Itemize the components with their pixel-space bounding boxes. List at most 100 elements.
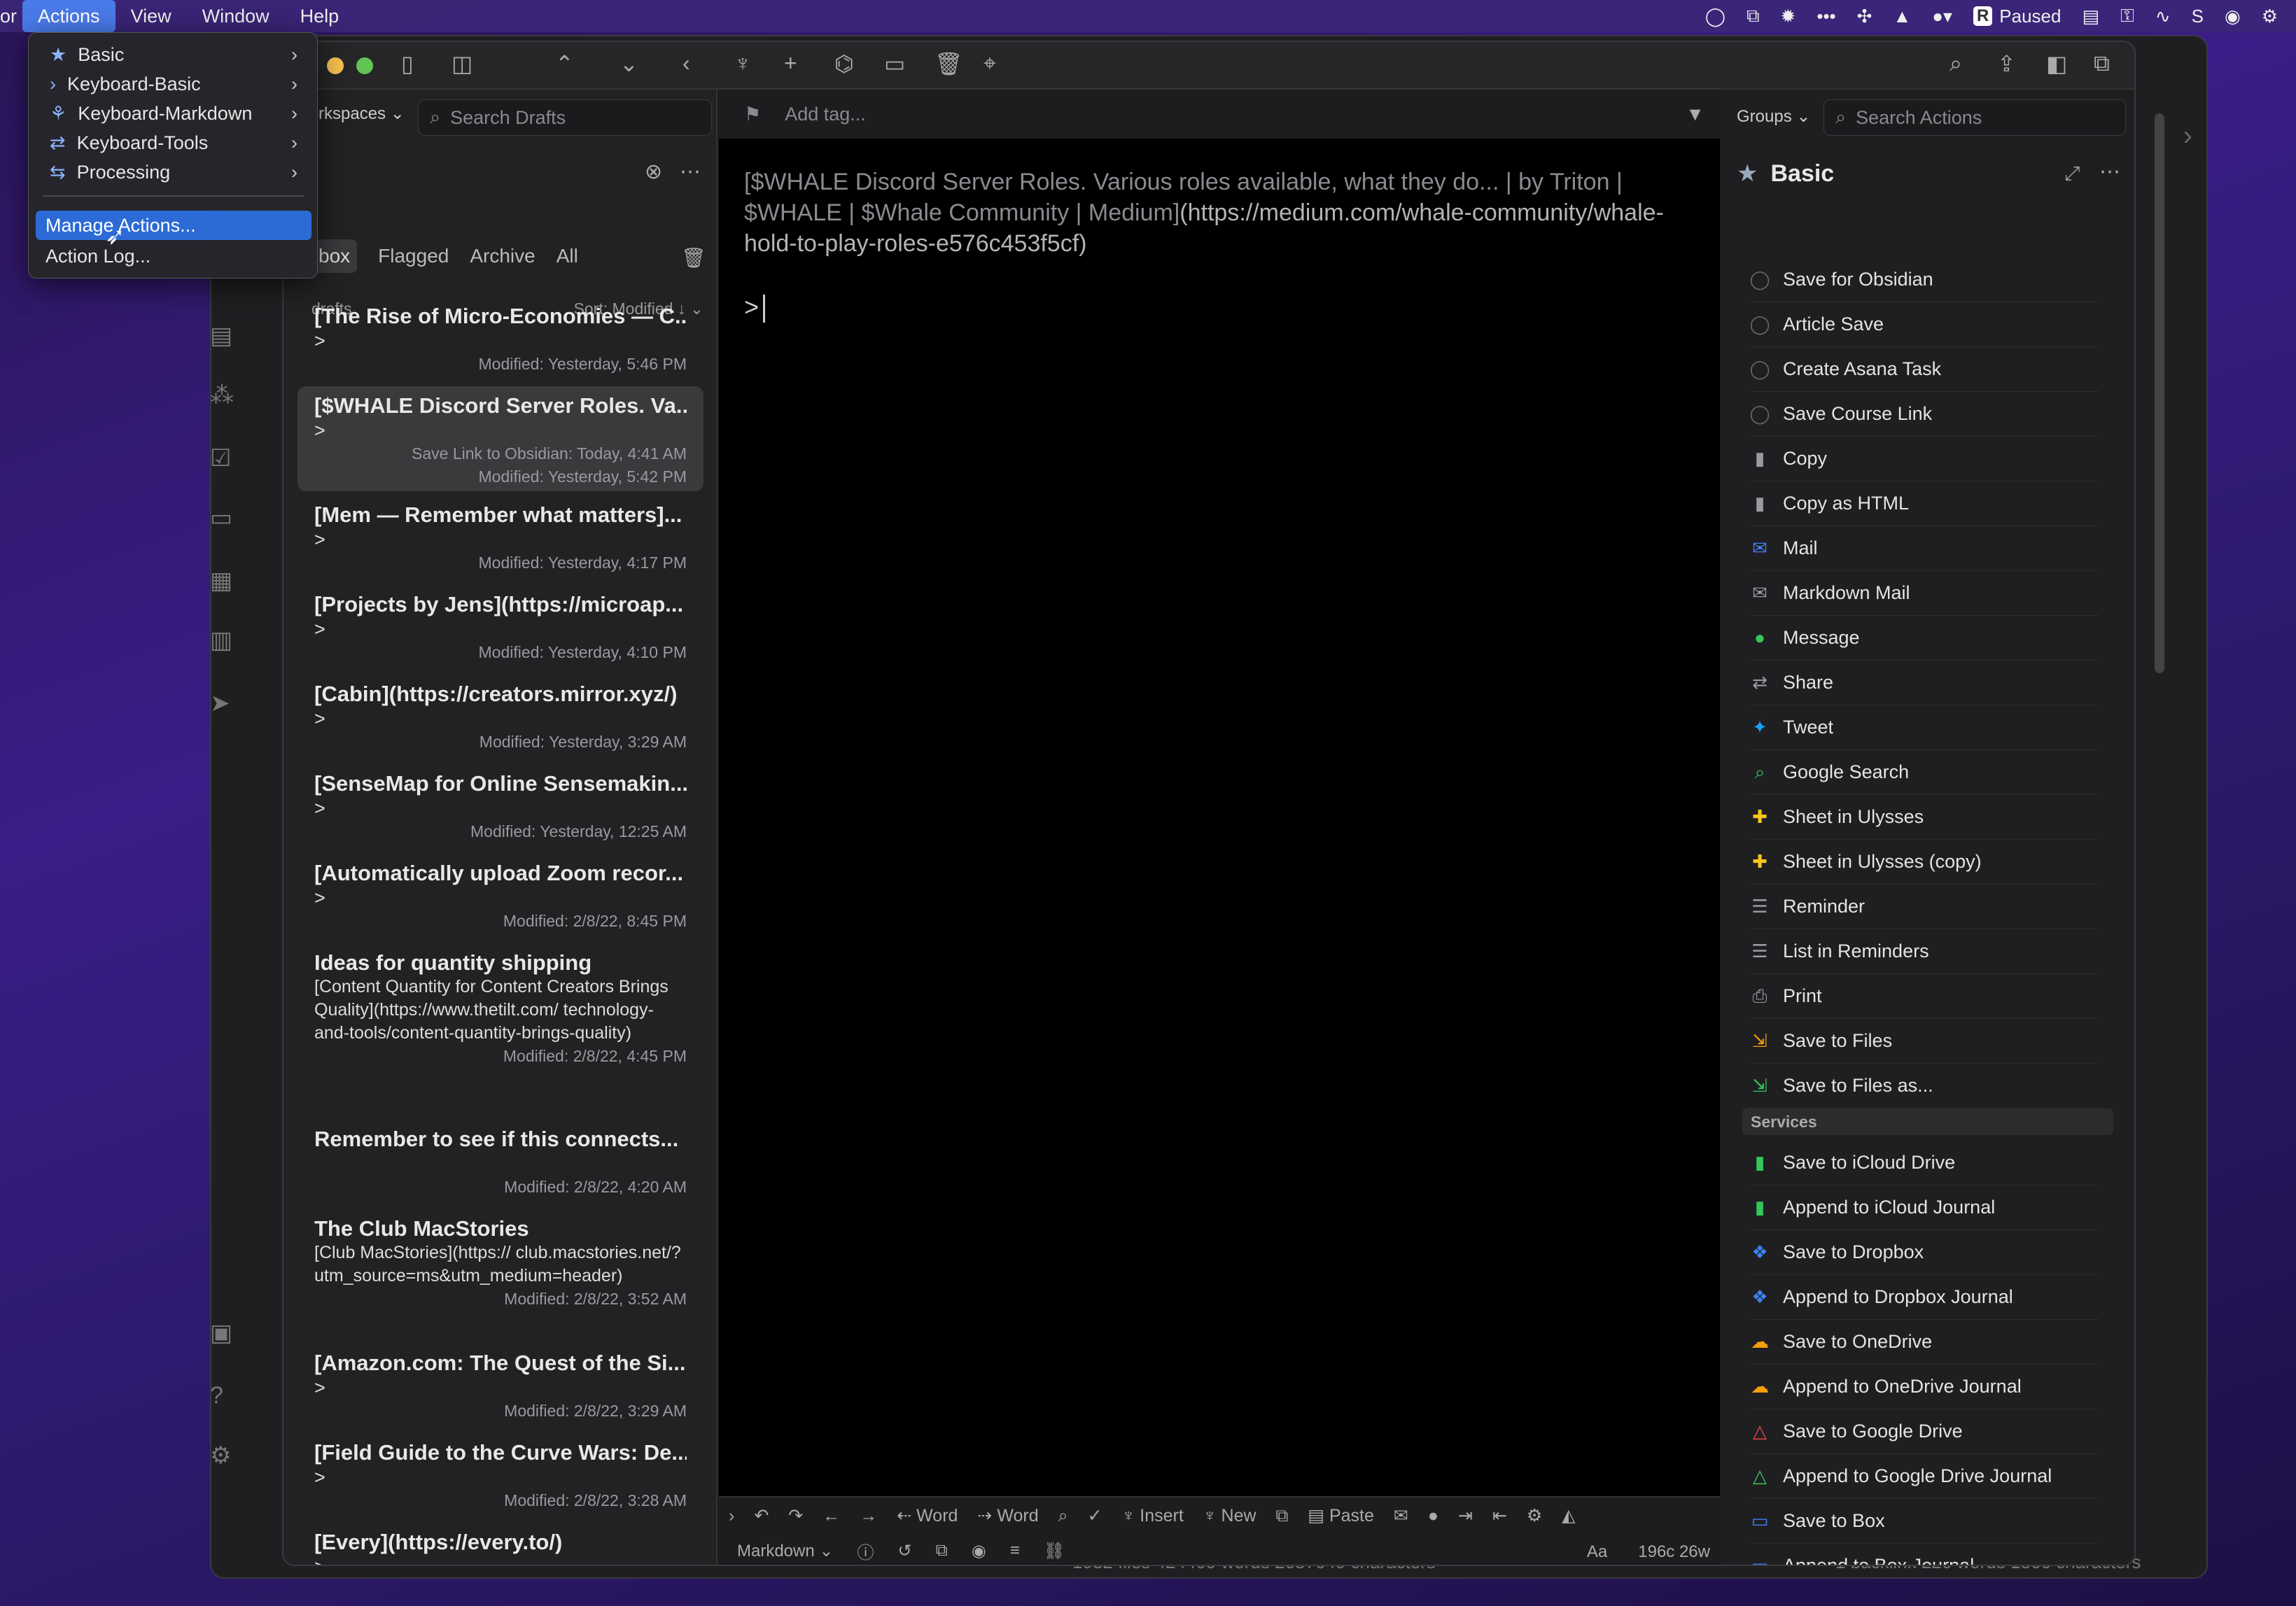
blocks-icon[interactable]: ▦ <box>210 567 232 595</box>
help-icon[interactable]: ? <box>210 1382 223 1409</box>
sun-icon[interactable]: ✹ <box>1781 6 1796 27</box>
menu-item-4[interactable]: ⇆ Processing › <box>36 157 312 187</box>
editor-text[interactable]: [$WHALE Discord Server Roles. Various ro… <box>744 167 1696 259</box>
action-item[interactable]: ⌕ Google Search <box>1749 750 2099 795</box>
chevron-down-icon[interactable]: ⌄ <box>620 50 638 77</box>
action-item[interactable]: ☁ Save to OneDrive <box>1749 1320 2099 1365</box>
draft-list-item[interactable]: [The Rise of Micro-Economies — C... > Modi… <box>298 297 704 381</box>
mic-icon[interactable]: ♆ <box>734 50 751 76</box>
more-icon[interactable]: ⋯ <box>2099 160 2120 184</box>
action-item[interactable]: ✦ Tweet <box>1749 705 2099 750</box>
draft-list-item[interactable]: [Projects by Jens](https://microap... > Mo… <box>298 585 704 669</box>
document-icon[interactable]: ▤ <box>210 322 232 350</box>
search-icon[interactable]: ⌕ <box>1949 50 1962 77</box>
draft-list-item[interactable]: [$WHALE Discord Server Roles. Va... > Save… <box>298 386 704 491</box>
tab-flagged[interactable]: Flagged <box>378 245 449 267</box>
action-item[interactable]: △ Append to Google Drive Journal <box>1749 1454 2099 1499</box>
draft-list-item[interactable]: Ideas for quantity shipping [Content Quan… <box>298 943 704 1111</box>
link-icon[interactable]: ⛓ <box>1044 1541 1065 1561</box>
action-item[interactable]: ▭ Append to Box Journal <box>1749 1544 2099 1565</box>
draft-list-item[interactable]: [SenseMap for Online Sensemakin... > Modif… <box>298 764 704 848</box>
flag-icon[interactable]: ⚑ <box>744 104 761 125</box>
arrow-right-icon[interactable]: → <box>860 1506 877 1526</box>
plus-icon[interactable]: + <box>784 50 797 76</box>
action-item[interactable]: ⇲ Save to Files as... <box>1749 1064 2099 1108</box>
draft-list-item[interactable]: [Automatically upload Zoom recor... > Modi… <box>298 854 704 938</box>
new-button[interactable]: ♆ New <box>1203 1506 1256 1526</box>
camera-icon[interactable]: ▣ <box>210 1319 232 1347</box>
tag-icon[interactable]: ⌖ <box>983 50 996 77</box>
action-item[interactable]: ⇲ Save to Files <box>1749 1019 2099 1064</box>
search-actions-input[interactable]: ⌕ Search Actions <box>1823 99 2126 136</box>
grid-icon[interactable]: ✣ <box>1857 6 1872 27</box>
font-button[interactable]: Aa <box>1587 1542 1607 1562</box>
swirl-icon[interactable]: ∿ <box>2155 6 2171 27</box>
manage-actions-item[interactable]: Manage Actions... <box>36 211 312 240</box>
eye-icon[interactable]: ◉ <box>972 1541 986 1561</box>
search-drafts-input[interactable]: ⌕ Search Drafts <box>418 99 712 136</box>
table-icon[interactable]: ▥ <box>210 626 232 654</box>
clear-filter-icon[interactable]: ⊗ <box>645 160 662 184</box>
paused-indicator[interactable]: R Paused <box>1973 6 2061 27</box>
back-icon[interactable]: ‹ <box>682 50 690 76</box>
action-item[interactable]: ◯ Article Save <box>1749 302 2099 347</box>
cards-icon[interactable]: ▭ <box>210 504 232 532</box>
draft-list-item[interactable]: [Mem — Remember what matters]... > Modifie… <box>298 495 704 579</box>
copy-icon[interactable]: ⧉ <box>936 1541 948 1561</box>
gear-icon[interactable]: ⚙ <box>1527 1505 1542 1526</box>
indent-icon[interactable]: ⇥ <box>1458 1505 1473 1526</box>
line-numbers-icon[interactable]: ≡ <box>1010 1541 1020 1561</box>
expand-icon[interactable]: › <box>729 1506 734 1526</box>
control-icon[interactable]: ⚙ <box>2262 6 2278 27</box>
action-item[interactable]: ✉ Mail <box>1749 526 2099 571</box>
tab-all[interactable]: All <box>556 245 578 267</box>
action-item[interactable]: ◯ Save Course Link <box>1749 392 2099 437</box>
graph-icon[interactable]: ⁂ <box>210 381 234 409</box>
find-icon[interactable]: ⌕ <box>1058 1506 1068 1526</box>
draft-list-item[interactable]: Remember to see if this connects... Modif… <box>298 1120 704 1204</box>
word-left-button[interactable]: ⇠ Word <box>897 1505 958 1526</box>
split-icon[interactable]: ◫ <box>451 50 472 77</box>
paste-button[interactable]: ▤ Paste <box>1308 1505 1374 1526</box>
draft-list-item[interactable]: [Every](https://every.to/)> <box>298 1523 704 1565</box>
trash-icon[interactable]: 🗑 <box>934 50 963 77</box>
tab-inbox[interactable]: box <box>312 239 358 273</box>
mail-icon[interactable]: ✉ <box>1394 1505 1408 1526</box>
chart-icon[interactable]: ◭ <box>1562 1505 1575 1526</box>
action-item[interactable]: ✚ Sheet in Ulysses <box>1749 795 2099 840</box>
chevron-up-icon[interactable]: ⌃ <box>555 50 574 77</box>
history-icon[interactable]: ↺ <box>898 1541 912 1561</box>
info-icon[interactable]: ⓘ <box>858 1539 874 1563</box>
action-item[interactable]: ◯ Save for Obsidian <box>1749 258 2099 302</box>
action-item[interactable]: ● Message <box>1749 616 2099 661</box>
action-item[interactable]: ☰ Reminder <box>1749 885 2099 929</box>
action-item[interactable]: ⇄ Share <box>1749 661 2099 705</box>
menubar-help[interactable]: Help <box>285 0 355 32</box>
action-item[interactable]: ▭ Save to Box <box>1749 1499 2099 1544</box>
dots-icon[interactable]: ••• <box>1816 6 1835 27</box>
action-item[interactable]: ✚ Sheet in Ulysses (copy) <box>1749 840 2099 885</box>
outdent-icon[interactable]: ⇤ <box>1492 1505 1507 1526</box>
chevron-right-icon[interactable]: › <box>2183 120 2192 152</box>
insert-button[interactable]: ♆ Insert <box>1122 1506 1184 1526</box>
action-item[interactable]: ▮ Copy <box>1749 437 2099 481</box>
workspaces-button[interactable]: rkspaces ⌄ <box>318 104 405 124</box>
draft-list-item[interactable]: The Club MacStories [Club MacStories](htt… <box>298 1209 704 1335</box>
tab-archive[interactable]: Archive <box>470 245 535 267</box>
window-icon[interactable]: ⧉ <box>2094 50 2110 77</box>
draft-list-item[interactable]: [Amazon.com: The Quest of the Si... > Modi… <box>298 1344 704 1428</box>
circle-icon[interactable]: ◯ <box>1705 6 1726 27</box>
send-icon[interactable]: ➤ <box>210 689 230 717</box>
message-icon[interactable]: ● <box>1428 1506 1438 1526</box>
draft-list-item[interactable]: [Field Guide to the Curve Wars: De... > Mo… <box>298 1433 704 1517</box>
check-icon[interactable]: ✓ <box>1088 1505 1102 1526</box>
action-item[interactable]: ✉ Markdown Mail <box>1749 571 2099 616</box>
chevron-down-icon[interactable]: ▼ <box>1686 104 1704 125</box>
settings-icon[interactable]: ⚙ <box>210 1442 231 1470</box>
syntax-select[interactable]: Markdown ⌄ <box>737 1541 834 1561</box>
menubar-view[interactable]: View <box>115 0 187 32</box>
menu-item-2[interactable]: ⚘ Keyboard-Markdown › <box>36 99 312 128</box>
action-item[interactable]: ▮ Copy as HTML <box>1749 481 2099 526</box>
scrollbar[interactable] <box>2155 113 2164 673</box>
share-icon[interactable]: ⇪ <box>1997 50 2016 77</box>
